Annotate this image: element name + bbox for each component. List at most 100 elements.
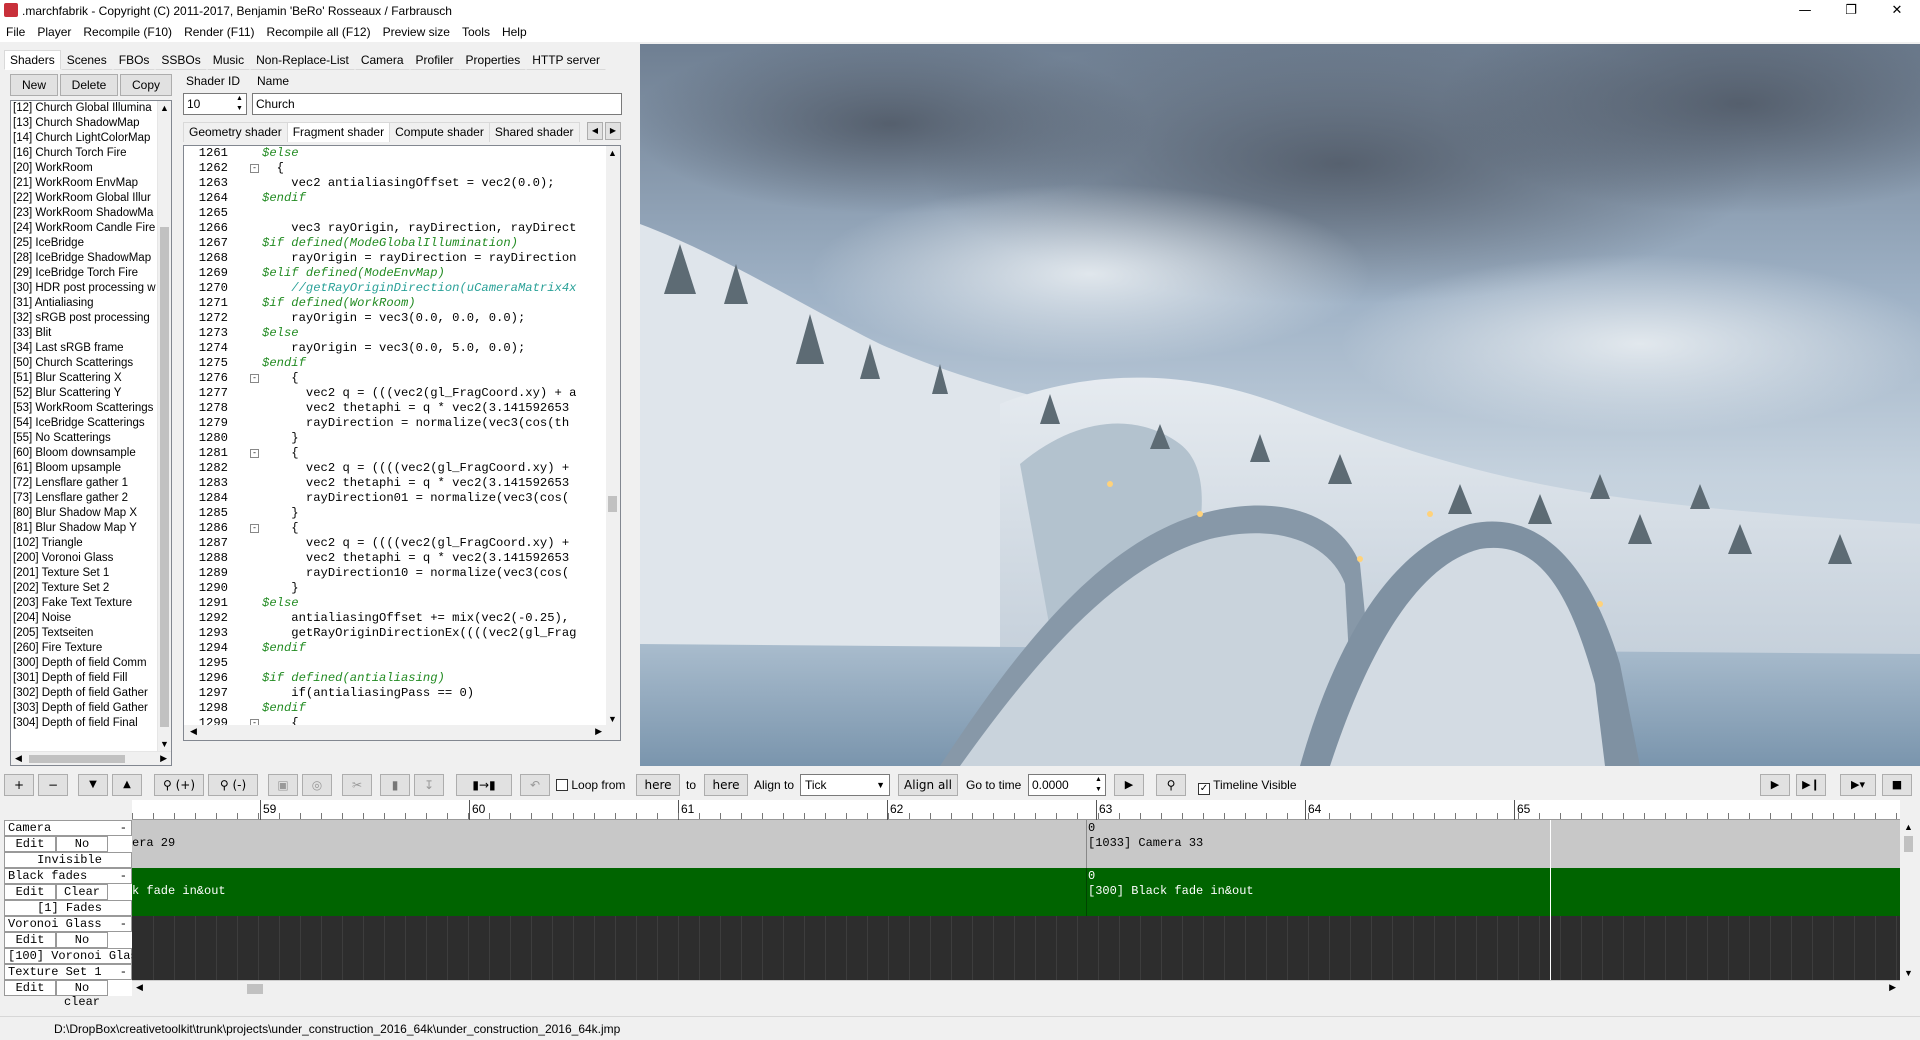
collapse-icon[interactable]: - bbox=[120, 917, 127, 931]
tab-properties[interactable]: Properties bbox=[459, 50, 527, 70]
shader-list-item[interactable]: [60] Bloom downsample bbox=[11, 446, 171, 461]
shader-list-vscrollbar[interactable]: ▲ ▼ bbox=[157, 101, 171, 751]
shader-list-item[interactable]: [205] Textseiten bbox=[11, 626, 171, 641]
tab-scenes[interactable]: Scenes bbox=[60, 50, 113, 70]
track-name[interactable]: Black fades - bbox=[4, 868, 132, 884]
code-line[interactable]: 1292 antialiasingOffset += mix(vec2(-0.2… bbox=[184, 611, 604, 626]
scissors-icon[interactable]: ✂ bbox=[342, 774, 372, 796]
shader-list-item[interactable]: [300] Depth of field Comm bbox=[11, 656, 171, 671]
timeline-vscroll-thumb[interactable] bbox=[1904, 836, 1913, 852]
shader-list-item[interactable]: [102] Triangle bbox=[11, 536, 171, 551]
loop-start-here-button[interactable]: here bbox=[636, 774, 680, 796]
fold-toggle-icon[interactable]: - bbox=[250, 164, 259, 173]
timeline-vscrollbar[interactable]: ▲ ▼ bbox=[1902, 820, 1916, 996]
hscroll-thumb[interactable] bbox=[29, 755, 125, 763]
shader-list-item[interactable]: [202] Texture Set 2 bbox=[11, 581, 171, 596]
tab-profiler[interactable]: Profiler bbox=[409, 50, 460, 70]
undo-icon[interactable]: ↶ bbox=[520, 774, 550, 796]
menu-recompile-all[interactable]: Recompile all (F12) bbox=[261, 22, 377, 42]
scroll-right-icon[interactable]: ▶ bbox=[160, 753, 167, 764]
scroll-up-icon[interactable]: ▲ bbox=[160, 103, 169, 113]
playhead[interactable] bbox=[1550, 820, 1551, 980]
loop-end-here-button[interactable]: here bbox=[704, 774, 748, 796]
shader-list-item[interactable]: [302] Depth of field Gather bbox=[11, 686, 171, 701]
code-line[interactable]: 1280 } bbox=[184, 431, 604, 446]
fold-toggle-icon[interactable]: - bbox=[250, 449, 259, 458]
code-line[interactable]: 1282 vec2 q = ((((vec2(gl_FragCoord.xy) … bbox=[184, 461, 604, 476]
play-icon[interactable]: ▶ bbox=[1760, 774, 1790, 796]
code-line[interactable]: 1273 $else bbox=[184, 326, 604, 341]
code-line[interactable]: 1274 rayOrigin = vec3(0.0, 5.0, 0.0); bbox=[184, 341, 604, 356]
find-icon[interactable]: ⚲ bbox=[1156, 774, 1186, 796]
fold-toggle-icon[interactable]: - bbox=[250, 524, 259, 533]
code-line[interactable]: 1287 vec2 q = ((((vec2(gl_FragCoord.xy) … bbox=[184, 536, 604, 551]
time-stepper[interactable]: ▲ ▼ bbox=[1092, 775, 1105, 795]
minimize-icon[interactable]: — bbox=[1782, 0, 1828, 22]
add-icon[interactable]: + bbox=[4, 774, 34, 796]
scroll-left-icon[interactable]: ◀ bbox=[136, 982, 143, 993]
shader-list-item[interactable]: [29] IceBridge Torch Fire bbox=[11, 266, 171, 281]
timeline-hscrollbar[interactable]: ◀ ▶ bbox=[132, 980, 1900, 996]
shader-list-item[interactable]: [303] Depth of field Gather bbox=[11, 701, 171, 716]
tab-fbos[interactable]: FBOs bbox=[112, 50, 156, 70]
code-line[interactable]: 1284 rayDirection01 = normalize(vec3(cos… bbox=[184, 491, 604, 506]
scroll-down-icon[interactable]: ▼ bbox=[160, 739, 169, 749]
track-info[interactable]: [100] Voronoi Glass bbox=[4, 948, 145, 964]
shader-list-item[interactable]: [33] Blit bbox=[11, 326, 171, 341]
scroll-left-icon[interactable]: ◀ bbox=[15, 753, 22, 764]
tab-music[interactable]: Music bbox=[206, 50, 251, 70]
code-line[interactable]: 1265 bbox=[184, 206, 604, 221]
code-line[interactable]: 1281 - { bbox=[184, 446, 604, 461]
tab-scroll-left-icon[interactable]: ◀ bbox=[587, 122, 603, 140]
stop-icon[interactable]: ■ bbox=[1882, 774, 1912, 796]
menu-recompile[interactable]: Recompile (F10) bbox=[77, 22, 178, 42]
fade-clip-left[interactable]: k fade in&out bbox=[132, 884, 226, 899]
tab-non-replace-list[interactable]: Non-Replace-List bbox=[250, 50, 355, 70]
camera-track-row[interactable] bbox=[132, 820, 1900, 868]
track-name[interactable]: Voronoi Glass - bbox=[4, 916, 132, 932]
fades-track-row[interactable] bbox=[132, 868, 1900, 916]
go-icon[interactable]: ▶ bbox=[1114, 774, 1144, 796]
tab-geometry-shader[interactable]: Geometry shader bbox=[183, 122, 288, 142]
scroll-right-icon[interactable]: ▶ bbox=[595, 726, 602, 737]
shader-list-item[interactable]: [20] WorkRoom bbox=[11, 161, 171, 176]
shader-list-item[interactable]: [25] IceBridge bbox=[11, 236, 171, 251]
shader-list-item[interactable]: [304] Depth of field Final bbox=[11, 716, 171, 731]
camera-clip-right[interactable]: [1033] Camera 33 bbox=[1088, 836, 1203, 851]
code-line[interactable]: 1293 getRayOriginDirectionEx((((vec2(gl_… bbox=[184, 626, 604, 641]
track-clear-toggle[interactable]: Clear bbox=[56, 884, 108, 900]
move-block-icon[interactable]: ▮→▮ bbox=[456, 774, 512, 796]
shader-list-item[interactable]: [203] Fake Text Texture bbox=[11, 596, 171, 611]
code-line[interactable]: 1271 $if defined(WorkRoom) bbox=[184, 296, 604, 311]
fade-clip-right[interactable]: [300] Black fade in&out bbox=[1088, 884, 1254, 899]
zoom-out-button[interactable]: ⚲ (-) bbox=[208, 774, 258, 796]
scroll-left-icon[interactable]: ◀ bbox=[190, 726, 197, 737]
code-line[interactable]: 1289 rayDirection10 = normalize(vec3(cos… bbox=[184, 566, 604, 581]
code-line[interactable]: 1288 vec2 thetaphi = q * vec2(3.14159265… bbox=[184, 551, 604, 566]
disabled-tool-icon[interactable]: ◎ bbox=[302, 774, 332, 796]
collapse-icon[interactable]: - bbox=[120, 821, 127, 835]
shader-list-item[interactable]: [200] Voronoi Glass bbox=[11, 551, 171, 566]
code-line[interactable]: 1295 bbox=[184, 656, 604, 671]
shader-list-item[interactable]: [81] Blur Shadow Map Y bbox=[11, 521, 171, 536]
loop-from-checkbox[interactable]: Loop from bbox=[556, 778, 625, 792]
maximize-icon[interactable]: ❐ bbox=[1828, 0, 1874, 22]
shader-list-item[interactable]: [73] Lensflare gather 2 bbox=[11, 491, 171, 506]
track-edit-button[interactable]: Edit bbox=[4, 836, 56, 852]
shader-list-item[interactable]: [301] Depth of field Fill bbox=[11, 671, 171, 686]
code-line[interactable]: 1261 $else bbox=[184, 146, 604, 161]
code-line[interactable]: 1268 rayOrigin = rayDirection = rayDirec… bbox=[184, 251, 604, 266]
zoom-in-button[interactable]: ⚲ (+) bbox=[154, 774, 204, 796]
code-editor[interactable]: 1261 $else 1262 - {1263 vec2 antialiasingOf… bbox=[183, 145, 621, 741]
code-hscrollbar[interactable]: ◀ ▶ bbox=[184, 725, 620, 740]
code-line[interactable]: 1298 $endif bbox=[184, 701, 604, 716]
track-info[interactable]: Invisible bbox=[4, 852, 132, 868]
shader-list-item[interactable]: [53] WorkRoom Scatterings bbox=[11, 401, 171, 416]
code-line[interactable]: 1269 $elif defined(ModeEnvMap) bbox=[184, 266, 604, 281]
scroll-up-icon[interactable]: ▲ bbox=[1904, 822, 1913, 832]
shader-list-item[interactable]: [51] Blur Scattering X bbox=[11, 371, 171, 386]
timeline-tracks[interactable]: era 29 0 [1033] Camera 33 k fade in&out … bbox=[132, 820, 1900, 996]
tab-fragment-shader[interactable]: Fragment shader bbox=[286, 122, 391, 142]
shader-list-item[interactable]: [61] Bloom upsample bbox=[11, 461, 171, 476]
code-scroll-thumb[interactable] bbox=[608, 496, 617, 512]
